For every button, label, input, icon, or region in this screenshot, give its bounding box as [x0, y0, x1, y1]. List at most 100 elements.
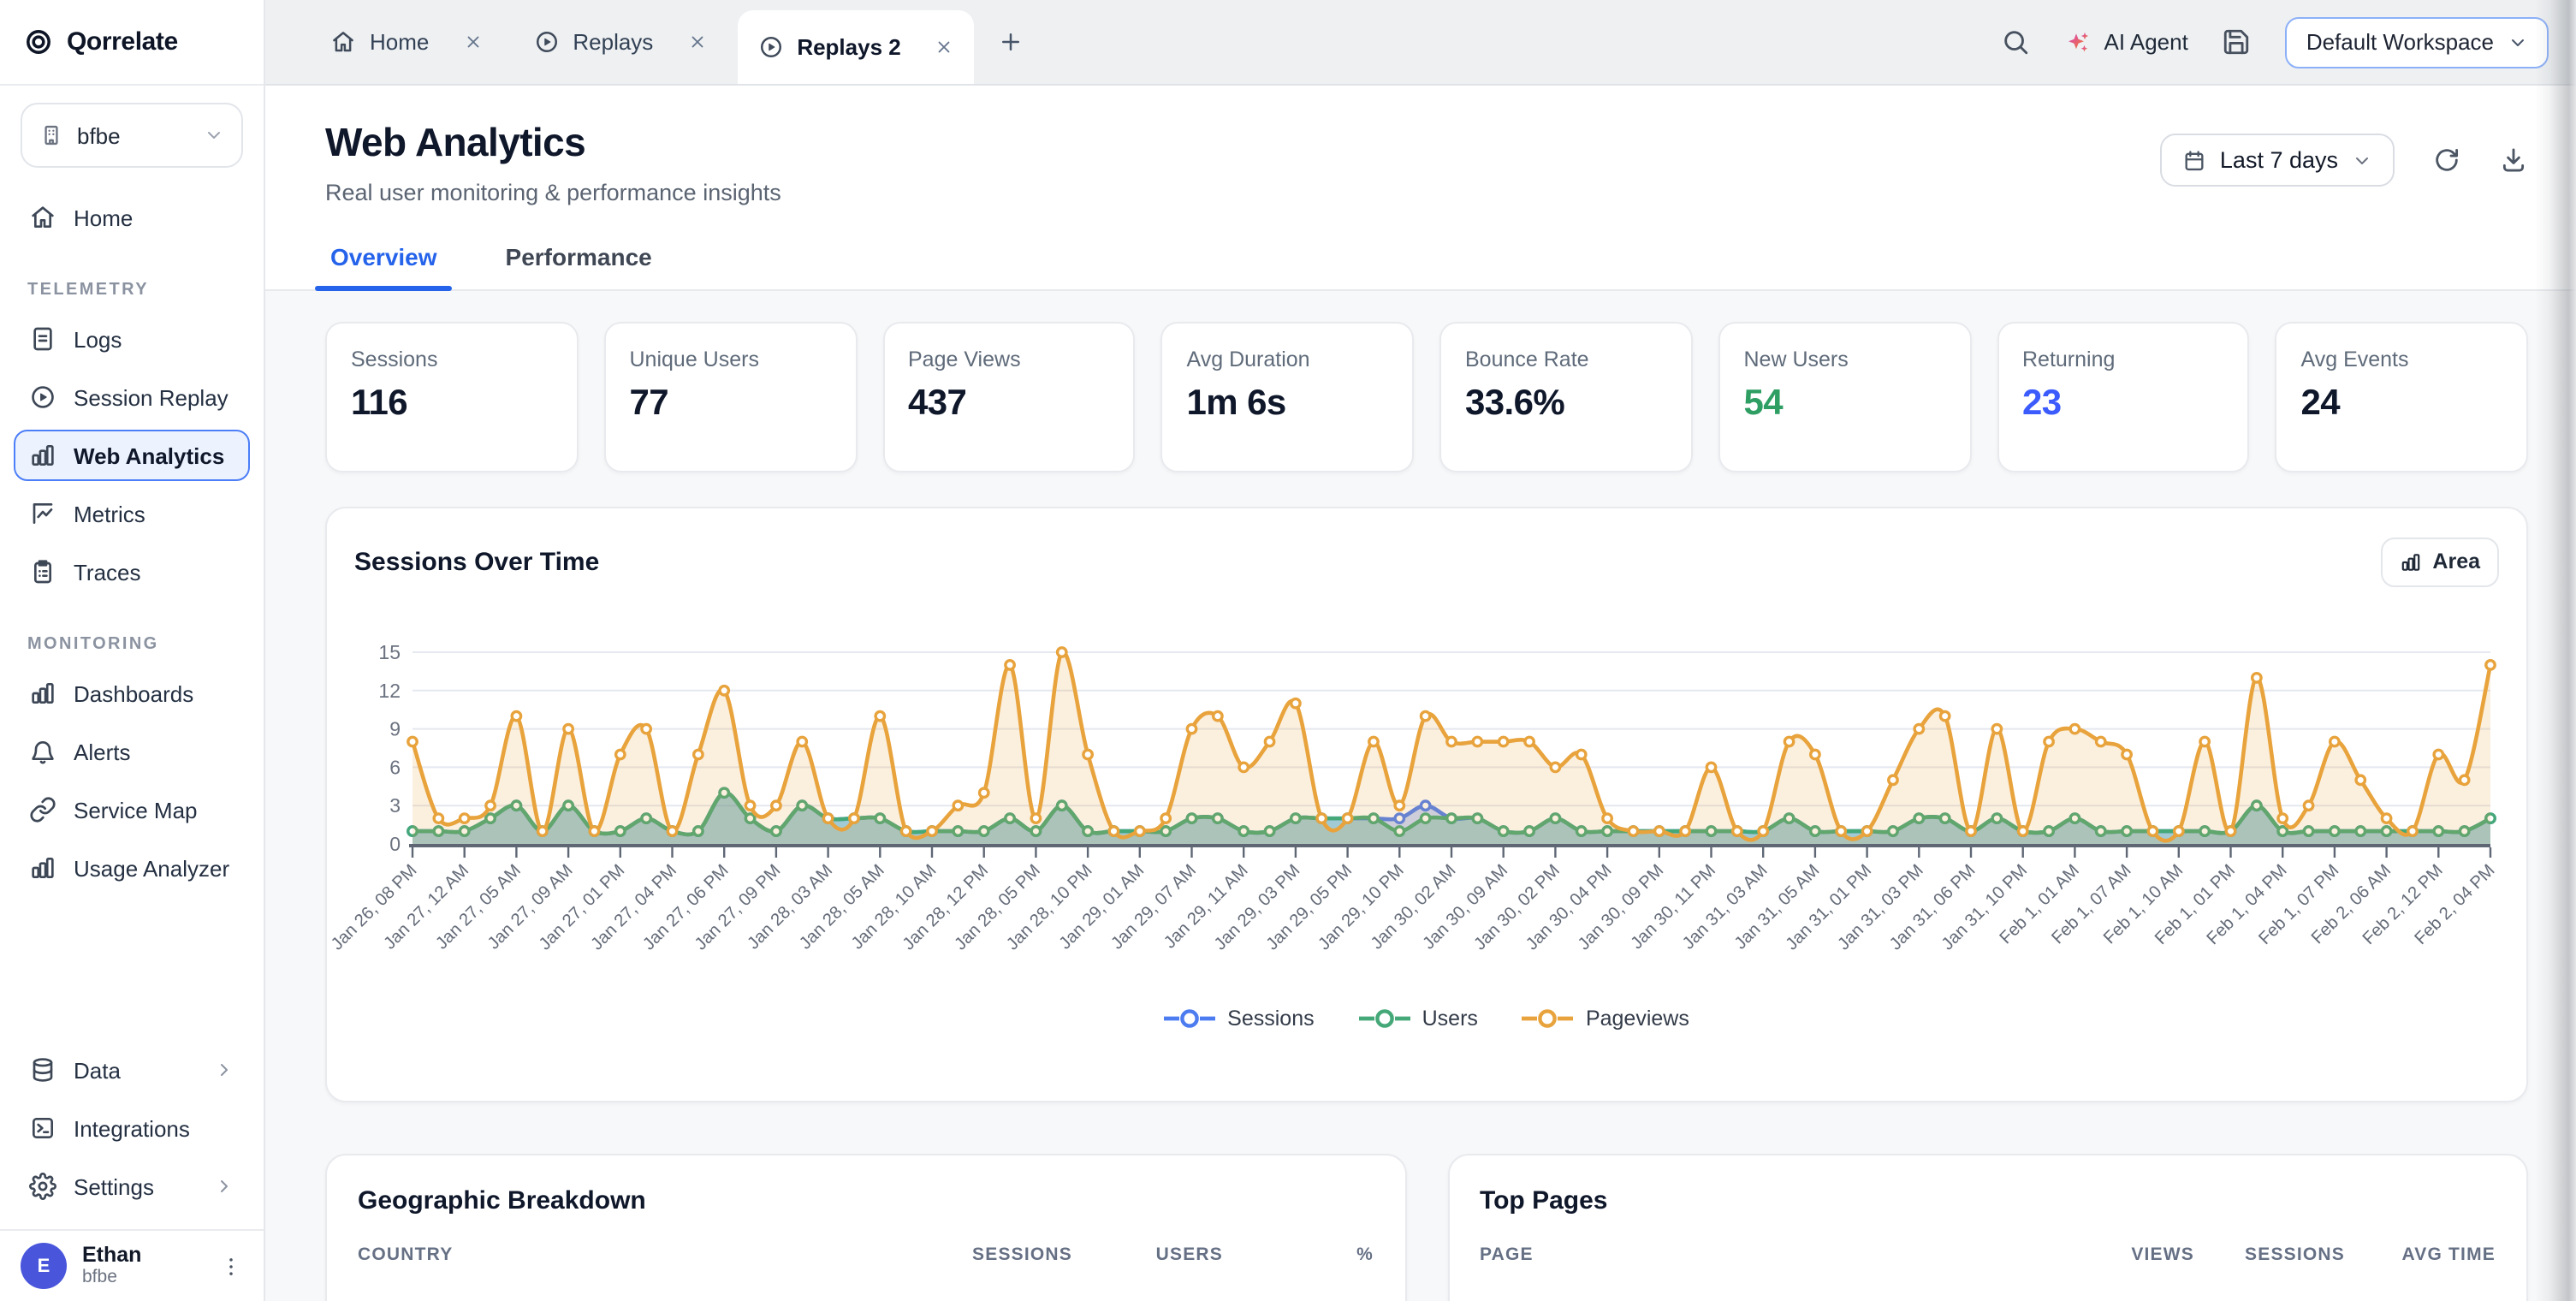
- home-icon: [330, 29, 356, 55]
- column-header-users: USERS: [1072, 1245, 1223, 1265]
- sidebar-item-label: Alerts: [74, 739, 130, 764]
- qorrelate-logo-icon: [24, 27, 53, 56]
- default-workspace-button[interactable]: Default Workspace: [2286, 16, 2549, 68]
- user-footer[interactable]: E Ethan bfbe: [0, 1229, 264, 1301]
- topbar-tabs: Home Replays Replays 2: [310, 0, 1036, 84]
- close-tab-icon[interactable]: [935, 38, 954, 56]
- column-header-sessions: SESSIONS: [922, 1245, 1072, 1265]
- sidebar-item-data[interactable]: Data: [14, 1044, 250, 1096]
- plus-icon: [998, 29, 1024, 55]
- legend-marker: [1164, 1008, 1215, 1029]
- pages-card-title: Top Pages: [1480, 1186, 2496, 1215]
- sidebar-item-dashboards[interactable]: Dashboards: [14, 668, 250, 719]
- sidebar-item-session-replay[interactable]: Session Replay: [14, 371, 250, 423]
- file-text-icon: [29, 325, 56, 353]
- stat-value: 1m 6s: [1187, 383, 1389, 425]
- stat-card-new-users: New Users54: [1718, 322, 1972, 472]
- pages-column-headers: PAGEVIEWSSESSIONSAVG TIME: [1480, 1245, 2496, 1265]
- clipboard-icon: [29, 558, 56, 585]
- sidebar-item-home[interactable]: Home: [14, 192, 250, 243]
- date-range-button[interactable]: Last 7 days: [2160, 134, 2395, 187]
- view-tab-performance[interactable]: Performance: [502, 243, 656, 289]
- stat-value: 77: [630, 383, 832, 425]
- chart-type-button[interactable]: Area: [2381, 537, 2499, 586]
- sidebar-item-metrics[interactable]: Metrics: [14, 488, 250, 539]
- svg-text:12: 12: [378, 680, 401, 702]
- close-tab-icon[interactable]: [463, 33, 482, 51]
- sidebar-item-service-map[interactable]: Service Map: [14, 784, 250, 835]
- download-icon[interactable]: [2499, 146, 2528, 175]
- stat-card-unique-users: Unique Users77: [604, 322, 858, 472]
- play-circle-icon: [533, 29, 559, 55]
- legend-label: Sessions: [1227, 1007, 1314, 1031]
- top-pages-card: Top Pages PAGEVIEWSSESSIONSAVG TIME: [1447, 1154, 2528, 1301]
- chevron-right-icon: [214, 1060, 234, 1080]
- tab-label: Home: [370, 29, 429, 55]
- stat-value: 116: [351, 383, 553, 425]
- stat-value: 54: [1744, 383, 1946, 425]
- ai-agent-button[interactable]: AI Agent: [2065, 28, 2188, 56]
- workspace-name: bfbe: [77, 122, 190, 148]
- geo-card-title: Geographic Breakdown: [358, 1186, 1374, 1215]
- stat-card-avg-events: Avg Events24: [2276, 322, 2529, 472]
- home-icon: [29, 204, 56, 231]
- tab-home[interactable]: Home: [310, 0, 502, 84]
- chevron-right-icon: [214, 1176, 234, 1197]
- column-header-page: PAGE: [1480, 1245, 2044, 1265]
- nav-section-telemetry: TELEMETRY: [14, 281, 250, 300]
- area-chart-icon: [2400, 550, 2422, 573]
- sidebar-item-logs[interactable]: Logs: [14, 313, 250, 365]
- svg-text:6: 6: [389, 756, 401, 778]
- sidebar-item-traces[interactable]: Traces: [14, 546, 250, 597]
- sparkles-icon: [2065, 28, 2092, 56]
- column-header-avg-time: AVG TIME: [2345, 1245, 2496, 1265]
- trending-icon: [29, 500, 56, 527]
- avatar: E: [21, 1243, 67, 1289]
- bell-icon: [29, 738, 56, 765]
- refresh-icon[interactable]: [2432, 146, 2461, 175]
- stat-card-sessions: Sessions116: [325, 322, 579, 472]
- view-tab-overview[interactable]: Overview: [327, 243, 441, 289]
- user-menu-icon[interactable]: [219, 1254, 243, 1278]
- main-area: Home Replays Replays 2 AI Agent Default Wo…: [265, 0, 2576, 1301]
- sidebar-item-label: Home: [74, 205, 133, 230]
- workspace-selector[interactable]: bfbe: [21, 103, 243, 168]
- tab-replays-2[interactable]: Replays 2: [737, 10, 974, 84]
- app-name: Qorrelate: [67, 27, 178, 56]
- legend-item-pageviews[interactable]: Pageviews: [1522, 1007, 1689, 1031]
- column-header-: %: [1223, 1245, 1374, 1265]
- sidebar-item-label: Logs: [74, 326, 122, 352]
- calendar-icon: [2182, 148, 2206, 172]
- page-subtitle: Real user monitoring & performance insig…: [325, 180, 781, 205]
- tab-label: Replays: [573, 29, 653, 55]
- sidebar-item-settings[interactable]: Settings: [14, 1161, 250, 1212]
- building-icon: [39, 123, 63, 147]
- geographic-breakdown-card: Geographic Breakdown COUNTRYSESSIONSUSER…: [325, 1154, 1406, 1301]
- legend-item-users[interactable]: Users: [1359, 1007, 1478, 1031]
- tab-replays[interactable]: Replays: [513, 0, 727, 84]
- stat-label: Page Views: [908, 348, 1110, 371]
- sidebar-item-label: Usage Analyzer: [74, 855, 229, 881]
- sidebar-item-alerts[interactable]: Alerts: [14, 726, 250, 777]
- stat-value: 437: [908, 383, 1110, 425]
- legend-marker: [1522, 1008, 1574, 1029]
- close-tab-icon[interactable]: [687, 33, 706, 51]
- stat-value: 23: [2022, 383, 2224, 425]
- sidebar-item-label: Session Replay: [74, 384, 229, 410]
- bar-chart-icon: [29, 680, 56, 707]
- sidebar-item-usage-analyzer[interactable]: Usage Analyzer: [14, 842, 250, 894]
- sidebar-item-label: Service Map: [74, 797, 198, 823]
- sessions-over-time-card: Sessions Over Time Area 03691215Jan 26, …: [325, 507, 2528, 1102]
- sidebar-item-integrations[interactable]: Integrations: [14, 1102, 250, 1154]
- new-tab-button[interactable]: [985, 0, 1036, 84]
- save-icon[interactable]: [2223, 27, 2252, 56]
- column-header-views: VIEWS: [2044, 1245, 2194, 1265]
- sidebar-item-label: Traces: [74, 559, 141, 585]
- sidebar-item-web-analytics[interactable]: Web Analytics: [14, 430, 250, 481]
- link-icon: [29, 796, 56, 823]
- chart-title: Sessions Over Time: [354, 547, 599, 576]
- chevron-down-icon: [2352, 150, 2372, 170]
- search-icon[interactable]: [2002, 27, 2031, 56]
- legend-item-sessions[interactable]: Sessions: [1164, 1007, 1314, 1031]
- chart: 03691215Jan 26, 08 PMJan 27, 12 AMJan 27…: [354, 632, 2499, 1003]
